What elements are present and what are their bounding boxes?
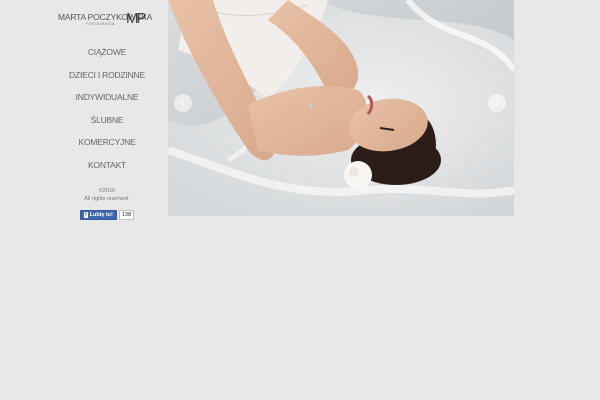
menu-item-komercyjne[interactable]: KOMERCYJNE [52, 135, 162, 158]
chevron-left-icon: ‹ [180, 95, 186, 110]
logo-subtitle: FOTOGRAFIA [86, 21, 115, 26]
facebook-like-count: 138 [118, 210, 135, 220]
facebook-like-button[interactable]: f Lubię to! [79, 210, 117, 220]
copyright: ©2016 [98, 188, 116, 194]
facebook-icon: f [83, 212, 88, 218]
menu-item-indywidualne[interactable]: INDYWIDUALNE [52, 90, 162, 113]
facebook-like-label: Lubię to! [89, 212, 113, 218]
slide-photo [168, 0, 514, 216]
slider-prev-button[interactable]: ‹ [174, 94, 192, 112]
menu-item-kontakt[interactable]: KONTAKT [52, 158, 162, 181]
photo-slider[interactable]: ‹ › [168, 0, 514, 216]
sidebar: MARTA POCZYKOWSKA FOTOGRAFIA MP CIĄŻOWE … [52, 8, 162, 221]
menu-item-ciazowe[interactable]: CIĄŻOWE [52, 45, 162, 68]
main-menu: CIĄŻOWE DZIECI I RODZINNE INDYWIDUALNE Ś… [52, 45, 162, 180]
logo-monogram: MP [126, 10, 146, 27]
chevron-right-icon: › [494, 95, 500, 110]
footer: ©2016 All rights reserved. [52, 187, 162, 203]
menu-item-slubne[interactable]: ŚLUBNE [52, 113, 162, 136]
rights-text: All rights reserved. [84, 196, 130, 202]
slider-next-button[interactable]: › [488, 94, 506, 112]
facebook-like-widget: f Lubię to! 138 [79, 210, 135, 220]
logo[interactable]: MARTA POCZYKOWSKA FOTOGRAFIA MP [58, 8, 152, 32]
menu-item-dzieci-i-rodzinne[interactable]: DZIECI I RODZINNE [52, 68, 162, 91]
